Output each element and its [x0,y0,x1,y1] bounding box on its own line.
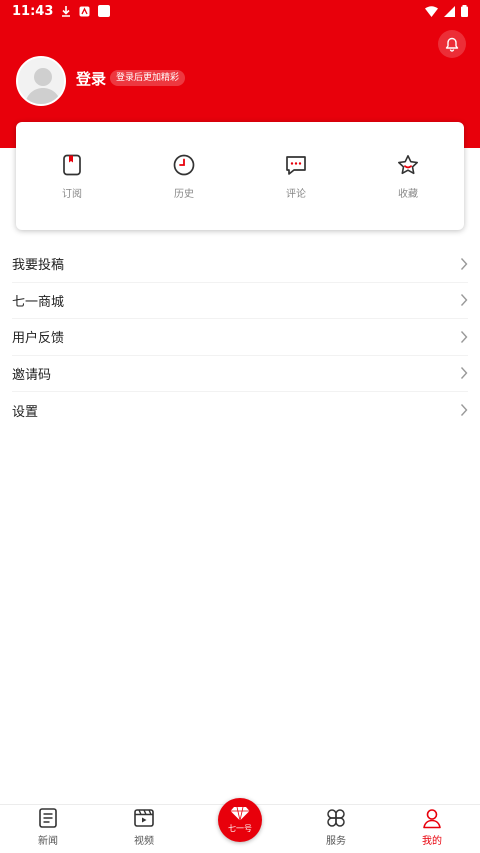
quick-action-history[interactable]: 历史 [139,153,229,200]
chevron-right-icon [460,330,468,343]
quick-action-label: 订阅 [62,188,82,200]
app-notification-icon [79,6,90,17]
status-bar: 11:43 [0,0,480,22]
diamond-icon [230,806,250,821]
bell-icon [445,37,459,52]
status-time: 11:43 [12,3,54,19]
clock-icon [173,154,195,175]
login-link[interactable]: 登录 [76,68,106,89]
menu-item-label: 我要投稿 [12,258,65,274]
news-icon [39,808,57,828]
quick-action-subscribe[interactable]: 订阅 [27,153,117,200]
battery-icon [461,5,468,17]
comment-icon [286,155,306,175]
tab-mine[interactable]: 我的 [384,805,480,853]
menu-item-label: 设置 [12,404,39,420]
tab-label: 七一号 [228,824,252,833]
quick-actions-card: 订阅 历史 评论 收藏 [16,122,464,230]
chevron-right-icon [460,257,468,270]
quick-action-label: 评论 [286,188,306,200]
menu-item-settings[interactable]: 设置 [12,392,468,429]
notification-bell-button[interactable] [438,30,466,58]
chevron-right-icon [460,367,468,380]
tab-label: 我的 [422,836,442,847]
user-icon [423,809,441,829]
menu-item-submit-article[interactable]: 我要投稿 [12,246,468,283]
wifi-icon [425,5,438,17]
settings-menu: 我要投稿 七一商城 用户反馈 邀请码 设置 [12,246,468,429]
avatar[interactable] [16,56,66,106]
tab-video[interactable]: 视频 [96,805,192,853]
services-icon [327,809,345,827]
quick-action-favorites[interactable]: 收藏 [363,153,453,200]
star-icon [398,154,418,174]
download-icon [61,5,71,17]
signal-icon [444,5,455,17]
tab-label: 服务 [326,836,346,847]
chevron-right-icon [460,404,468,417]
quick-action-comments[interactable]: 评论 [251,153,341,200]
tab-qiyi-hao[interactable]: 七一号 [218,798,262,842]
app-square-icon [98,5,111,17]
menu-item-label: 七一商城 [12,294,65,310]
menu-item-label: 邀请码 [12,367,52,383]
quick-action-label: 历史 [174,188,194,200]
tab-label: 视频 [134,836,154,847]
menu-item-label: 用户反馈 [12,331,65,347]
menu-item-invite-code[interactable]: 邀请码 [12,356,468,392]
quick-action-label: 收藏 [398,188,418,200]
tab-news[interactable]: 新闻 [0,805,96,853]
tab-services[interactable]: 服务 [288,805,384,853]
menu-item-feedback[interactable]: 用户反馈 [12,319,468,356]
subscribe-icon [63,154,81,175]
login-hint-badge[interactable]: 登录后更加精彩 [110,70,186,86]
chevron-right-icon [460,294,468,307]
menu-item-qiyi-mall[interactable]: 七一商城 [12,283,468,319]
tab-label: 新闻 [38,836,58,847]
video-icon [134,809,154,827]
